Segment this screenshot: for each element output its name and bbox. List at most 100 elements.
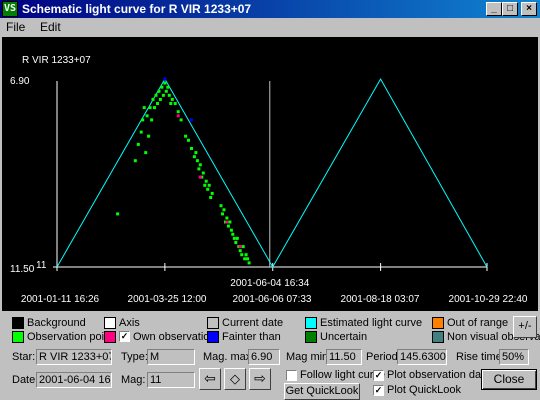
observation-point bbox=[194, 151, 198, 155]
observation-point bbox=[241, 245, 245, 249]
observation-point bbox=[142, 106, 146, 110]
next-arrow-button[interactable]: ⇨ bbox=[249, 368, 271, 390]
close-window-button[interactable]: × bbox=[521, 2, 537, 16]
x-tick-label: 2001-03-25 12:00 bbox=[128, 294, 207, 305]
mag-min-label: Mag min: bbox=[286, 351, 332, 363]
observation-point bbox=[203, 183, 207, 187]
own-observation-point bbox=[225, 220, 229, 224]
legend-label: Observation point bbox=[27, 331, 114, 343]
observation-point bbox=[163, 81, 167, 85]
mag-field[interactable]: 11 bbox=[147, 372, 195, 388]
plot-quicklook-checkbox[interactable]: ✓ bbox=[373, 385, 384, 396]
legend-swatch[interactable] bbox=[12, 317, 24, 329]
observation-point bbox=[226, 224, 230, 228]
observation-point bbox=[156, 102, 159, 105]
observation-point bbox=[190, 147, 193, 150]
legend-label: Out of range bbox=[447, 317, 509, 329]
observation-point bbox=[145, 114, 149, 118]
observation-point bbox=[176, 110, 180, 114]
observation-point bbox=[232, 236, 236, 240]
observation-point bbox=[151, 97, 155, 101]
observation-point bbox=[170, 97, 174, 101]
observation-point bbox=[206, 187, 210, 191]
close-button[interactable]: Close bbox=[481, 369, 537, 390]
minimize-button[interactable]: _ bbox=[486, 2, 502, 16]
observation-point bbox=[148, 106, 152, 110]
legend-label: Own observation bbox=[133, 331, 216, 343]
observation-point bbox=[234, 241, 238, 244]
light-curve-plot: R VIR 1233+07 6.90 11.50 11 2001-06-04 16:34… bbox=[10, 55, 528, 305]
observation-point bbox=[187, 138, 190, 142]
observation-point bbox=[169, 102, 173, 105]
legend-swatch[interactable] bbox=[12, 331, 24, 343]
app-icon[interactable]: VS bbox=[2, 1, 18, 17]
star-field[interactable]: R VIR 1233+07 bbox=[36, 349, 112, 365]
plot-observation-data-checkbox[interactable]: ✓ bbox=[373, 370, 384, 381]
mag-max-field[interactable]: 6.90 bbox=[248, 349, 280, 365]
menu-edit[interactable]: Edit bbox=[40, 20, 61, 34]
legend-swatch[interactable] bbox=[104, 317, 116, 329]
legend-checkbox[interactable]: ✓ bbox=[119, 331, 130, 342]
rise-time-label: Rise time: bbox=[456, 351, 505, 363]
observation-point bbox=[231, 232, 235, 236]
star-label: Star: bbox=[12, 351, 36, 363]
observation-point bbox=[238, 249, 242, 253]
period-field[interactable]: 145.6300 bbox=[397, 349, 447, 365]
mag-max-label: Mag. max: bbox=[203, 351, 255, 363]
legend-swatch[interactable] bbox=[432, 331, 444, 343]
menu-file[interactable]: File bbox=[6, 20, 25, 34]
type-field[interactable]: M bbox=[147, 349, 195, 365]
x-tick-label: 2001-01-11 16:26 bbox=[21, 294, 100, 305]
legend-swatch[interactable] bbox=[305, 331, 317, 343]
own-observation-point bbox=[198, 175, 202, 179]
fainter-than-point bbox=[190, 118, 193, 122]
legend-label: Uncertain bbox=[320, 331, 368, 343]
plot-observation-data-label: Plot observation data bbox=[387, 369, 491, 381]
observation-point bbox=[207, 183, 211, 187]
center-diamond-button[interactable]: ◇ bbox=[224, 368, 246, 390]
observation-point bbox=[141, 118, 145, 122]
observation-point bbox=[198, 163, 202, 167]
observation-point bbox=[139, 130, 143, 134]
observation-point bbox=[209, 196, 213, 199]
legend-swatch[interactable] bbox=[207, 331, 219, 343]
estimated-light-curve bbox=[56, 77, 488, 269]
observation-point bbox=[136, 142, 140, 146]
x-tick-label: 2001-10-29 22:40 bbox=[449, 294, 528, 305]
observation-point bbox=[243, 257, 247, 261]
y-bottom-label: 11.50 bbox=[10, 264, 35, 275]
observation-point bbox=[246, 257, 250, 261]
rise-time-field[interactable]: 50% bbox=[499, 349, 529, 365]
follow-light-curve-checkbox[interactable] bbox=[286, 370, 297, 381]
observation-point bbox=[222, 208, 226, 212]
observation-point bbox=[219, 204, 223, 208]
date-field[interactable]: 2001-06-04 16:34 bbox=[36, 372, 112, 388]
observation-point bbox=[235, 236, 239, 240]
own-observation-point bbox=[238, 245, 242, 249]
legend-swatch[interactable] bbox=[207, 317, 219, 329]
observation-point bbox=[164, 89, 168, 93]
observation-point bbox=[144, 151, 148, 155]
observation-point bbox=[157, 89, 161, 93]
observation-point bbox=[154, 93, 158, 97]
maximize-button[interactable]: □ bbox=[502, 2, 518, 16]
observation-point bbox=[158, 97, 162, 101]
title-bar: VS Schematic light curve for R VIR 1233+… bbox=[0, 0, 540, 18]
x-tick-label: 2001-06-06 07:33 bbox=[233, 294, 312, 305]
legend-swatch[interactable] bbox=[432, 317, 444, 329]
fainter-than-point bbox=[163, 77, 167, 81]
mag-min-field[interactable]: 11.50 bbox=[326, 349, 362, 365]
observation-point bbox=[204, 179, 208, 183]
legend-swatch[interactable] bbox=[104, 331, 116, 343]
previous-arrow-button[interactable]: ⇦ bbox=[199, 368, 221, 390]
legend-label: Axis bbox=[119, 317, 140, 329]
window-title: Schematic light curve for R VIR 1233+07 bbox=[22, 2, 252, 16]
legend-swatch[interactable] bbox=[305, 317, 317, 329]
get-quicklook-button[interactable]: Get QuickLook bbox=[284, 383, 360, 400]
legend-label: Current date bbox=[222, 317, 284, 329]
observation-point bbox=[210, 191, 214, 195]
plus-minus-button[interactable]: +/- bbox=[513, 316, 537, 338]
observation-point bbox=[244, 253, 248, 257]
menu-bar: File Edit bbox=[0, 18, 540, 36]
observation-point bbox=[167, 93, 171, 97]
